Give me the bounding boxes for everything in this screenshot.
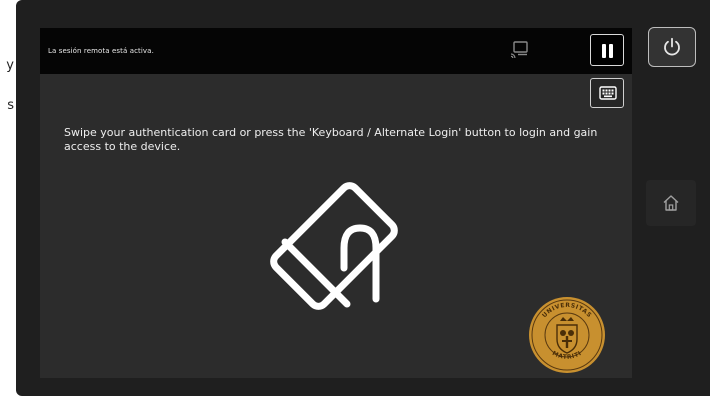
card-swipe-icon (270, 182, 398, 310)
cropped-edge-text: y (6, 58, 14, 73)
power-button[interactable] (648, 27, 696, 67)
pause-icon (609, 44, 613, 58)
remote-session-status: La sesión remota está activa. (48, 47, 154, 55)
login-instruction-text: Swipe your authentication card or press … (64, 126, 598, 153)
power-icon (664, 37, 680, 56)
cropped-edge-text: s (7, 98, 14, 113)
university-seal-icon: UNIVERSITAS MATRITI (529, 297, 605, 373)
home-button[interactable] (646, 180, 696, 226)
cast-screen-icon (510, 41, 528, 59)
pause-remote-session-button[interactable] (590, 34, 624, 66)
home-icon (663, 195, 679, 211)
keyboard-icon (599, 86, 617, 100)
login-screen: La sesión remota está activa. Swipe your… (40, 28, 632, 378)
remote-session-banner: La sesión remota está activa. (40, 28, 632, 74)
pause-icon (602, 44, 606, 58)
keyboard-alternate-login-button[interactable] (590, 78, 624, 108)
